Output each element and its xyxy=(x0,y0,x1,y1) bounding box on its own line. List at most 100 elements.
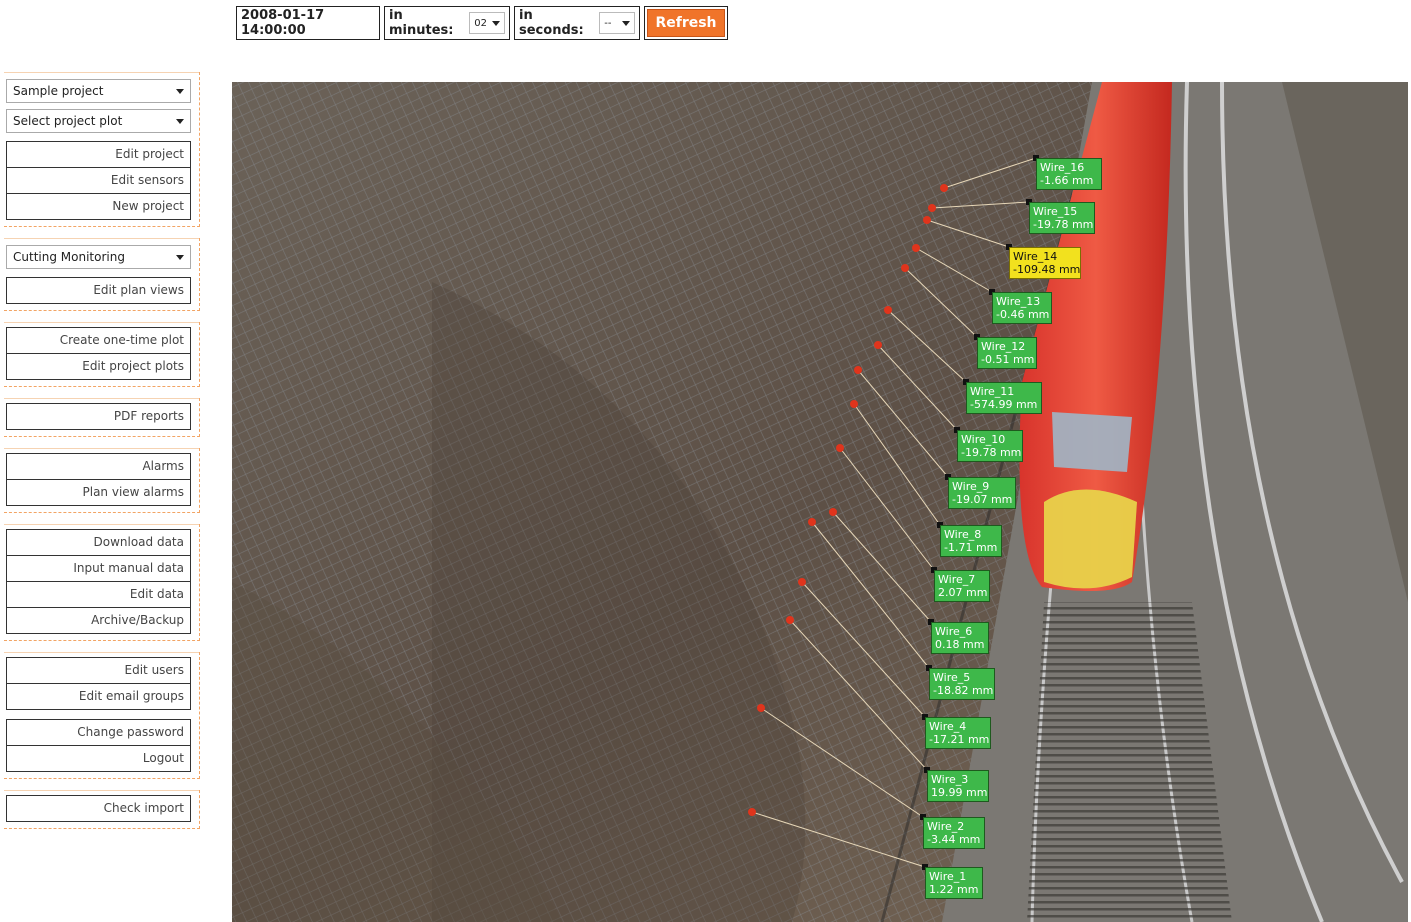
minutes-label: in minutes: xyxy=(389,8,454,38)
wire-anchor-marker xyxy=(748,808,756,816)
sensor-name: Wire_6 xyxy=(935,625,973,638)
check-import-button[interactable]: Check import xyxy=(6,795,191,822)
sensor-label-wire-2[interactable]: Wire_2 -3.44 mm xyxy=(923,817,985,849)
sensor-name: Wire_4 xyxy=(929,720,967,733)
seconds-label: in seconds: xyxy=(519,8,584,38)
sensor-label-wire-1[interactable]: Wire_1 1.22 mm xyxy=(925,867,983,899)
sensor-label-wire-15[interactable]: Wire_15 -19.78 mm xyxy=(1029,202,1095,234)
sensor-label-wire-12[interactable]: Wire_12 -0.51 mm xyxy=(977,337,1037,369)
sensor-label-wire-5[interactable]: Wire_5 -18.82 mm xyxy=(929,668,995,700)
plot-select[interactable]: Select project plot xyxy=(6,109,191,133)
archive-backup-button[interactable]: Archive/Backup xyxy=(6,607,191,634)
reports-group: PDF reports xyxy=(4,398,200,437)
sensor-name: Wire_12 xyxy=(981,340,1026,353)
seconds-value: -- xyxy=(604,17,612,29)
top-toolbar: 2008-01-17 14:00:00 in minutes: 02 in se… xyxy=(236,6,728,42)
sensor-label-wire-9[interactable]: Wire_9 -19.07 mm xyxy=(948,477,1016,509)
sensor-label-wire-16[interactable]: Wire_16 -1.66 mm xyxy=(1036,158,1102,190)
chevron-down-icon xyxy=(176,118,184,124)
seconds-select[interactable]: -- xyxy=(599,12,635,34)
plan-view-alarms-button[interactable]: Plan view alarms xyxy=(6,479,191,506)
plot-select-value: Select project plot xyxy=(13,114,123,128)
sensor-value: -19.78 mm xyxy=(1033,218,1094,231)
view-select-value: Cutting Monitoring xyxy=(13,250,125,264)
plan-view-image: Wire_16 -1.66 mm Wire_15 -19.78 mm Wire_14 -1… xyxy=(232,82,1408,922)
sensor-value: 19.99 mm xyxy=(931,786,988,799)
wire-anchor-marker xyxy=(850,400,858,408)
wire-anchor-marker xyxy=(829,508,837,516)
sensor-value: -3.44 mm xyxy=(927,833,981,846)
edit-project-plots-button[interactable]: Edit project plots xyxy=(6,353,191,380)
sensor-label-wire-14[interactable]: Wire_14 -109.48 mm xyxy=(1009,247,1081,279)
download-data-button[interactable]: Download data xyxy=(6,529,191,556)
plan-view-photo xyxy=(232,82,1408,922)
sensor-label-wire-11[interactable]: Wire_11 -574.99 mm xyxy=(966,382,1042,414)
minutes-select[interactable]: 02 xyxy=(469,12,505,34)
sensor-value: -1.66 mm xyxy=(1040,174,1094,187)
sensor-name: Wire_15 xyxy=(1033,205,1078,218)
edit-plan-views-button[interactable]: Edit plan views xyxy=(6,277,191,304)
import-group: Check import xyxy=(4,790,200,829)
chevron-down-icon xyxy=(492,20,500,26)
minutes-control: in minutes: 02 xyxy=(384,6,510,40)
sensor-label-wire-7[interactable]: Wire_7 2.07 mm xyxy=(934,570,990,602)
sensor-name: Wire_7 xyxy=(938,573,976,586)
wire-anchor-marker xyxy=(757,704,765,712)
sensor-value: -19.07 mm xyxy=(952,493,1013,506)
sensor-name: Wire_8 xyxy=(944,528,982,541)
wire-anchor-marker xyxy=(884,306,892,314)
sensor-value: -109.48 mm xyxy=(1013,263,1081,276)
input-manual-data-button[interactable]: Input manual data xyxy=(6,555,191,582)
chevron-down-icon xyxy=(622,20,630,26)
view-select[interactable]: Cutting Monitoring xyxy=(6,245,191,269)
alarms-group: Alarms Plan view alarms xyxy=(4,448,200,513)
users-group: Edit users Edit email groups Change pass… xyxy=(4,652,200,779)
wire-anchor-marker xyxy=(928,204,936,212)
wire-anchor-marker xyxy=(912,244,920,252)
edit-data-button[interactable]: Edit data xyxy=(6,581,191,608)
edit-users-button[interactable]: Edit users xyxy=(6,657,191,684)
sensor-name: Wire_1 xyxy=(929,870,967,883)
sidebar: Sample project Select project plot Edit … xyxy=(4,72,200,840)
pdf-reports-button[interactable]: PDF reports xyxy=(6,403,191,430)
sensor-value: -0.46 mm xyxy=(996,308,1050,321)
sensor-name: Wire_11 xyxy=(970,385,1015,398)
sensor-name: Wire_16 xyxy=(1040,161,1085,174)
new-project-button[interactable]: New project xyxy=(6,193,191,220)
chevron-down-icon xyxy=(176,88,184,94)
wire-anchor-marker xyxy=(854,366,862,374)
sensor-value: 2.07 mm xyxy=(938,586,988,599)
chevron-down-icon xyxy=(176,254,184,260)
data-group: Download data Input manual data Edit dat… xyxy=(4,524,200,641)
alarms-button[interactable]: Alarms xyxy=(6,453,191,480)
wire-anchor-marker xyxy=(901,264,909,272)
wire-anchor-marker xyxy=(940,184,948,192)
create-one-time-plot-button[interactable]: Create one-time plot xyxy=(6,327,191,354)
edit-email-groups-button[interactable]: Edit email groups xyxy=(6,683,191,710)
plan-view-group: Cutting Monitoring Edit plan views xyxy=(4,238,200,311)
logout-button[interactable]: Logout xyxy=(6,745,191,772)
sensor-label-wire-4[interactable]: Wire_4 -17.21 mm xyxy=(925,717,991,749)
project-select-value: Sample project xyxy=(13,84,104,98)
sensor-value: -17.21 mm xyxy=(929,733,990,746)
sensor-value: -18.82 mm xyxy=(933,684,994,697)
sensor-name: Wire_14 xyxy=(1013,250,1058,263)
project-select[interactable]: Sample project xyxy=(6,79,191,103)
sensor-value: 1.22 mm xyxy=(929,883,979,896)
refresh-button[interactable]: Refresh xyxy=(647,9,725,37)
sensor-label-wire-6[interactable]: Wire_6 0.18 mm xyxy=(931,622,989,654)
sensor-label-wire-10[interactable]: Wire_10 -19.78 mm xyxy=(957,430,1023,462)
sensor-name: Wire_5 xyxy=(933,671,971,684)
edit-sensors-button[interactable]: Edit sensors xyxy=(6,167,191,194)
sensor-label-wire-3[interactable]: Wire_3 19.99 mm xyxy=(927,770,989,802)
sensor-label-wire-13[interactable]: Wire_13 -0.46 mm xyxy=(992,292,1052,324)
sensor-value: 0.18 mm xyxy=(935,638,985,651)
sensor-label-wire-8[interactable]: Wire_8 -1.71 mm xyxy=(940,525,1002,557)
sensor-value: -19.78 mm xyxy=(961,446,1022,459)
change-password-button[interactable]: Change password xyxy=(6,719,191,746)
sensor-value: -574.99 mm xyxy=(970,398,1038,411)
wire-anchor-marker xyxy=(923,216,931,224)
sensor-name: Wire_9 xyxy=(952,480,990,493)
sensor-value: -1.71 mm xyxy=(944,541,998,554)
edit-project-button[interactable]: Edit project xyxy=(6,141,191,168)
